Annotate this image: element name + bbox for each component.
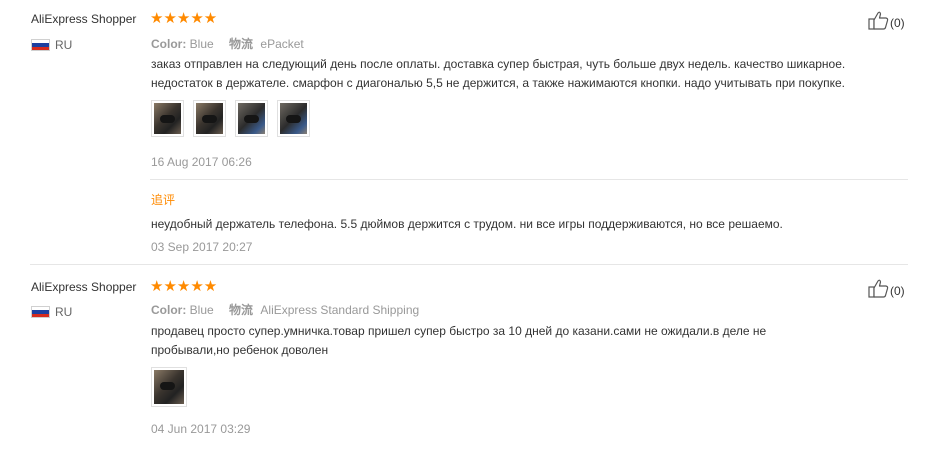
helpful-count: (0) — [890, 16, 905, 30]
shipping-label: 物流 — [229, 303, 254, 317]
star-rating-icon: ★★★★★ — [150, 278, 218, 295]
shipping-value: AliExpress Standard Shipping — [260, 303, 420, 317]
review-photo-thumbnail[interactable] — [151, 367, 187, 407]
review-photo-thumbnail[interactable] — [277, 100, 310, 137]
review-text-line: продавец просто супер.умничка.товар приш… — [151, 324, 767, 338]
shipping-label: 物流 — [229, 37, 254, 51]
review-photos — [151, 367, 187, 407]
shipping-value: ePacket — [260, 37, 304, 51]
review-text: заказ отправлен на следующий день после … — [151, 55, 845, 93]
review-item: AliExpress Shopper ★★★★★ (0) RU Color: B… — [0, 264, 940, 449]
review-photos — [151, 100, 310, 137]
color-label: Color: — [151, 303, 187, 317]
review-photo-thumbnail[interactable] — [235, 100, 268, 137]
review-meta: Color: Blue 物流 ePacket — [151, 35, 304, 52]
review-text-line: недостаток в держателе. смарфон с диагон… — [151, 76, 845, 90]
review-date: 16 Aug 2017 06:26 — [151, 155, 252, 169]
reviewer-name: AliExpress Shopper — [31, 280, 137, 294]
review-text: продавец просто супер.умничка.товар приш… — [151, 322, 766, 360]
review-photo-thumbnail[interactable] — [151, 100, 184, 137]
helpful-count: (0) — [890, 284, 905, 298]
thumbs-up-icon — [868, 279, 889, 298]
helpful-button[interactable]: (0) — [868, 278, 905, 298]
country-code: RU — [55, 38, 73, 52]
review-meta: Color: Blue 物流 AliExpress Standard Shipp… — [151, 301, 419, 318]
divider — [150, 179, 908, 180]
followup-date: 03 Sep 2017 20:27 — [151, 240, 253, 254]
review-photo-thumbnail[interactable] — [193, 100, 226, 137]
review-item: AliExpress Shopper ★★★★★ (0) RU Color: B… — [0, 0, 940, 264]
followup-text: неудобный держатель телефона. 5.5 дюймов… — [151, 217, 783, 231]
russia-flag-icon — [31, 39, 50, 51]
russia-flag-icon — [31, 306, 50, 318]
color-label: Color: — [151, 37, 187, 51]
review-text-line: пробывали,но ребенок доволен — [151, 343, 329, 357]
country-code: RU — [55, 305, 73, 319]
followup-label: 追评 — [151, 193, 176, 207]
review-text-line: заказ отправлен на следующий день после … — [151, 57, 846, 71]
review-date: 04 Jun 2017 03:29 — [151, 422, 251, 436]
star-rating-icon: ★★★★★ — [150, 10, 218, 27]
helpful-button[interactable]: (0) — [868, 10, 905, 30]
color-value: Blue — [189, 37, 214, 51]
reviewer-name: AliExpress Shopper — [31, 12, 137, 26]
thumbs-up-icon — [868, 11, 889, 30]
color-value: Blue — [189, 303, 214, 317]
